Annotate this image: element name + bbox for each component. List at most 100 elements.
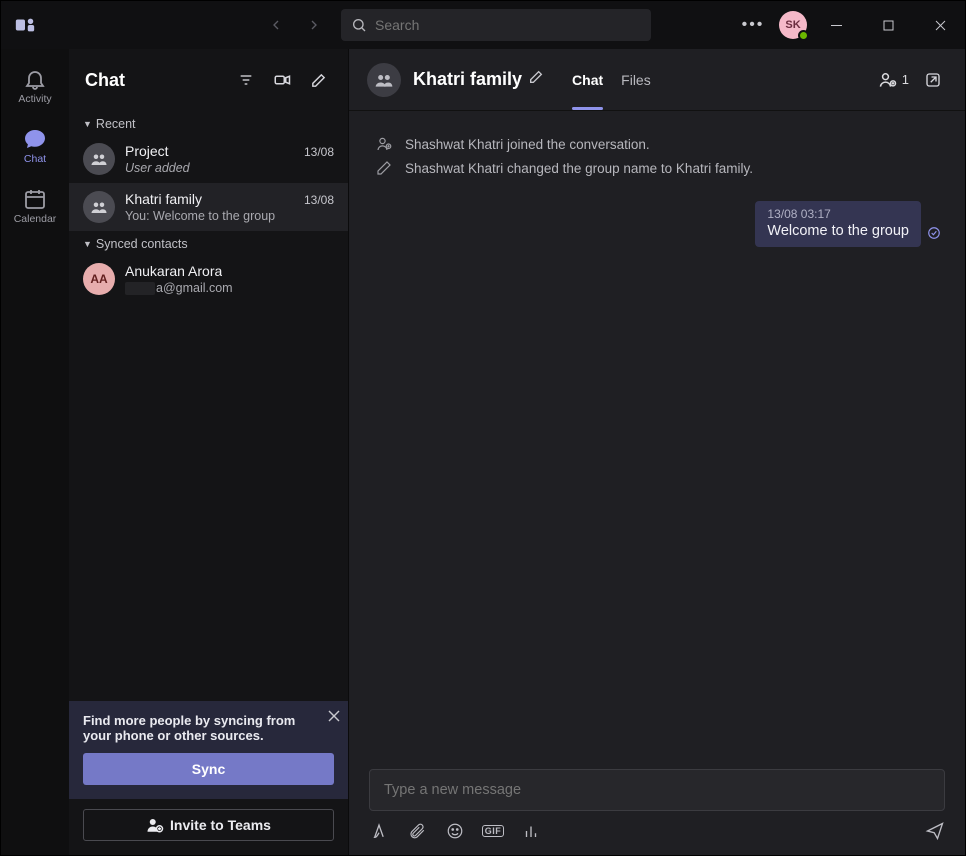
group-avatar-icon bbox=[367, 63, 401, 97]
window-minimize-button[interactable] bbox=[813, 1, 859, 49]
popout-icon bbox=[924, 71, 942, 89]
pencil-icon bbox=[528, 69, 544, 85]
teams-logo-icon bbox=[9, 9, 41, 41]
chat-item-name: Project bbox=[125, 143, 169, 159]
poll-button[interactable] bbox=[521, 821, 541, 841]
chat-icon bbox=[23, 127, 47, 151]
search-input[interactable] bbox=[375, 17, 641, 33]
compose-icon bbox=[310, 72, 327, 89]
person-joined-icon bbox=[375, 135, 393, 153]
tab-files[interactable]: Files bbox=[621, 49, 651, 110]
app-rail: Activity Chat Calendar bbox=[1, 49, 69, 855]
search-box[interactable] bbox=[341, 9, 651, 41]
gif-button[interactable]: GIF bbox=[483, 821, 503, 841]
chat-list-panel: Chat ▼ Recent bbox=[69, 49, 349, 855]
compose-box[interactable] bbox=[369, 769, 945, 811]
contact-email: a@gmail.com bbox=[125, 281, 334, 295]
title-bar: ••• SK bbox=[1, 1, 965, 49]
group-avatar-icon bbox=[83, 191, 115, 223]
group-avatar-icon bbox=[83, 143, 115, 175]
section-label: Synced contacts bbox=[96, 237, 188, 251]
chat-item-preview: You: Welcome to the group bbox=[125, 209, 334, 223]
calendar-icon bbox=[23, 187, 47, 211]
poll-icon bbox=[522, 822, 540, 840]
popout-button[interactable] bbox=[919, 66, 947, 94]
chat-list-item[interactable]: Khatri family 13/08 You: Welcome to the … bbox=[69, 183, 348, 231]
rail-label: Chat bbox=[24, 153, 46, 165]
profile-initials: SK bbox=[785, 19, 800, 31]
rail-chat[interactable]: Chat bbox=[1, 119, 69, 173]
system-text: Shashwat Khatri changed the group name t… bbox=[405, 161, 753, 176]
system-message: Shashwat Khatri joined the conversation. bbox=[369, 135, 945, 153]
nav-back-button[interactable] bbox=[261, 10, 291, 40]
tab-chat[interactable]: Chat bbox=[572, 49, 603, 110]
contact-avatar: AA bbox=[83, 263, 115, 295]
send-button[interactable] bbox=[925, 821, 945, 841]
caret-down-icon: ▼ bbox=[83, 239, 92, 249]
composer: GIF bbox=[349, 759, 965, 855]
redacted-segment bbox=[125, 282, 155, 295]
chat-main: Khatri family Chat Files 1 bbox=[349, 49, 965, 855]
contact-list-item[interactable]: AA Anukaran Arora a@gmail.com bbox=[69, 255, 348, 303]
section-recent[interactable]: ▼ Recent bbox=[69, 111, 348, 135]
system-message: Shashwat Khatri changed the group name t… bbox=[369, 159, 945, 177]
chat-title: Khatri family bbox=[413, 69, 522, 90]
message-timestamp: 13/08 03:17 bbox=[767, 207, 909, 221]
gif-icon: GIF bbox=[482, 825, 505, 837]
pencil-icon bbox=[375, 159, 393, 177]
chat-list-title: Chat bbox=[85, 70, 125, 91]
sync-prompt: Find more people by syncing from your ph… bbox=[69, 701, 348, 799]
chat-item-preview: User added bbox=[125, 161, 334, 175]
new-chat-button[interactable] bbox=[304, 66, 332, 94]
people-add-icon bbox=[878, 70, 898, 90]
nav-forward-button[interactable] bbox=[299, 10, 329, 40]
system-text: Shashwat Khatri joined the conversation. bbox=[405, 137, 650, 152]
send-icon bbox=[925, 821, 945, 841]
ellipsis-icon: ••• bbox=[742, 16, 765, 34]
paperclip-icon bbox=[408, 822, 426, 840]
format-button[interactable] bbox=[369, 821, 389, 841]
rail-calendar[interactable]: Calendar bbox=[1, 179, 69, 233]
sync-button[interactable]: Sync bbox=[83, 753, 334, 785]
close-icon bbox=[328, 710, 340, 722]
message-row: 13/08 03:17 Welcome to the group bbox=[369, 201, 945, 247]
search-icon bbox=[351, 17, 367, 33]
attach-button[interactable] bbox=[407, 821, 427, 841]
sync-prompt-close-button[interactable] bbox=[328, 709, 340, 725]
profile-avatar[interactable]: SK bbox=[779, 11, 807, 39]
window-close-button[interactable] bbox=[917, 1, 963, 49]
read-receipt-icon bbox=[927, 226, 941, 245]
participants-button[interactable]: 1 bbox=[878, 70, 909, 90]
section-label: Recent bbox=[96, 117, 136, 131]
chat-body: Shashwat Khatri joined the conversation.… bbox=[349, 111, 965, 759]
chat-list-item[interactable]: Project 13/08 User added bbox=[69, 135, 348, 183]
window-maximize-button[interactable] bbox=[865, 1, 911, 49]
format-icon bbox=[369, 821, 389, 841]
chat-item-date: 13/08 bbox=[304, 193, 334, 207]
invite-to-teams-button[interactable]: Invite to Teams bbox=[83, 809, 334, 841]
filter-icon bbox=[238, 72, 254, 88]
invite-people-icon bbox=[146, 816, 164, 834]
video-icon bbox=[273, 71, 291, 89]
presence-available-icon bbox=[798, 30, 809, 41]
invite-label: Invite to Teams bbox=[170, 817, 271, 833]
rail-label: Activity bbox=[18, 93, 51, 105]
filter-button[interactable] bbox=[232, 66, 260, 94]
chat-item-date: 13/08 bbox=[304, 145, 334, 159]
sync-prompt-message: Find more people by syncing from your ph… bbox=[83, 713, 334, 743]
contact-name: Anukaran Arora bbox=[125, 263, 222, 279]
more-options-button[interactable]: ••• bbox=[733, 5, 773, 45]
participants-count: 1 bbox=[902, 72, 909, 87]
rail-label: Calendar bbox=[14, 213, 57, 225]
rail-activity[interactable]: Activity bbox=[1, 59, 69, 113]
compose-input[interactable] bbox=[384, 782, 930, 798]
message-bubble-own[interactable]: 13/08 03:17 Welcome to the group bbox=[755, 201, 921, 247]
edit-name-button[interactable] bbox=[528, 69, 544, 90]
message-body: Welcome to the group bbox=[767, 223, 909, 239]
emoji-button[interactable] bbox=[445, 821, 465, 841]
meet-now-button[interactable] bbox=[268, 66, 296, 94]
section-synced-contacts[interactable]: ▼ Synced contacts bbox=[69, 231, 348, 255]
chat-item-name: Khatri family bbox=[125, 191, 202, 207]
emoji-icon bbox=[446, 822, 464, 840]
caret-down-icon: ▼ bbox=[83, 119, 92, 129]
